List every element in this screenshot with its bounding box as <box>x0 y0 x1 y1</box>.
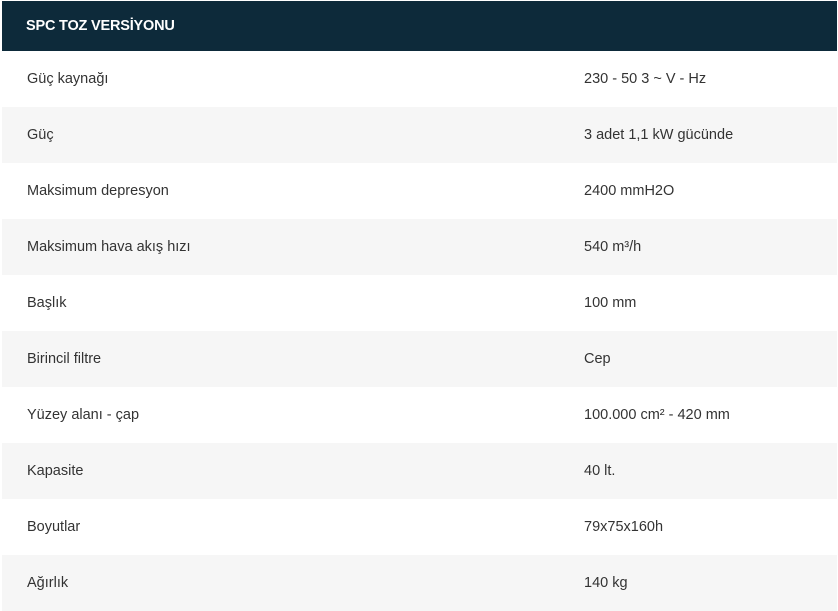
table-title: SPC TOZ VERSİYONU <box>26 18 175 34</box>
row-value: 100.000 cm² - 420 mm <box>584 407 730 423</box>
table-row: Boyutlar 79x75x160h <box>2 499 837 555</box>
table-row: Kapasite 40 lt. <box>2 443 837 499</box>
table-row: Güç kaynağı 230 - 50 3 ~ V - Hz <box>2 51 837 107</box>
table-row: Maksimum hava akış hızı 540 m³/h <box>2 219 837 275</box>
row-value: Cep <box>584 351 611 367</box>
row-value: 79x75x160h <box>584 519 664 535</box>
table-row: Güç 3 adet 1,1 kW gücünde <box>2 107 837 163</box>
row-label: Kapasite <box>27 463 84 479</box>
table-row: Birincil filtre Cep <box>2 331 837 387</box>
row-label: Maksimum depresyon <box>27 183 169 199</box>
row-label: Birincil filtre <box>27 351 102 367</box>
table-row: Maksimum depresyon 2400 mmH2O <box>2 163 837 219</box>
row-value: 3 adet 1,1 kW gücünde <box>584 127 734 143</box>
row-label: Başlık <box>27 295 67 311</box>
row-value: 40 lt. <box>584 463 616 479</box>
row-value: 540 m³/h <box>584 239 642 255</box>
row-label: Güç kaynağı <box>27 71 109 87</box>
row-value: 100 mm <box>584 295 637 311</box>
row-value: 230 - 50 3 ~ V - Hz <box>584 71 707 87</box>
table-header: SPC TOZ VERSİYONU <box>2 1 837 51</box>
table-row: Yüzey alanı - çap 100.000 cm² - 420 mm <box>2 387 837 443</box>
row-value: 2400 mmH2O <box>584 183 675 199</box>
table-row: Ağırlık 140 kg <box>2 555 837 611</box>
spec-table: SPC TOZ VERSİYONU Güç kaynağı 230 - 50 3… <box>2 1 837 611</box>
row-value: 140 kg <box>584 575 628 591</box>
table-row: Başlık 100 mm <box>2 275 837 331</box>
row-label: Boyutlar <box>27 519 81 535</box>
row-label: Ağırlık <box>27 575 69 591</box>
row-label: Maksimum hava akış hızı <box>27 239 191 255</box>
row-label: Yüzey alanı - çap <box>27 407 140 423</box>
row-label: Güç <box>27 127 54 143</box>
